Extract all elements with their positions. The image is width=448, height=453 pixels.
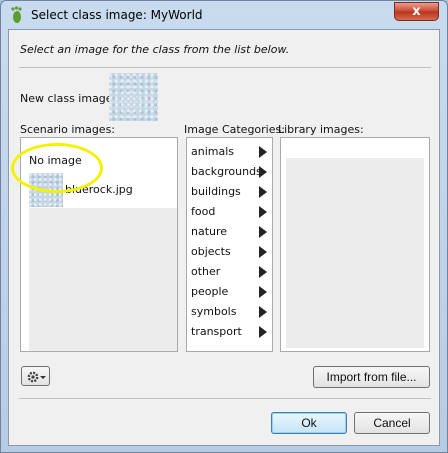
ok-button[interactable]: Ok bbox=[271, 412, 347, 434]
expand-arrow-icon bbox=[259, 306, 267, 318]
instruction-text: Select an image for the class from the l… bbox=[20, 43, 290, 56]
close-button[interactable]: x bbox=[394, 2, 439, 21]
image-categories-label: Image Categories: bbox=[184, 123, 285, 136]
highlight-annotation bbox=[11, 143, 103, 193]
category-nature[interactable]: nature bbox=[191, 222, 271, 242]
category-label: other bbox=[191, 265, 221, 278]
category-objects[interactable]: objects bbox=[191, 242, 271, 262]
window-title: Select class image: MyWorld bbox=[31, 8, 203, 22]
category-label: buildings bbox=[191, 185, 241, 198]
expand-arrow-icon bbox=[259, 326, 267, 338]
image-categories-list[interactable]: animals backgrounds buildings food natur… bbox=[186, 137, 273, 352]
title-bar[interactable]: Select class image: MyWorld x bbox=[1, 1, 447, 29]
category-label: people bbox=[191, 285, 229, 298]
category-transport[interactable]: transport bbox=[191, 322, 271, 342]
cancel-button[interactable]: Cancel bbox=[354, 412, 430, 434]
category-label: transport bbox=[191, 325, 242, 338]
dialog-body: Select an image for the class from the l… bbox=[8, 29, 440, 446]
separator bbox=[19, 67, 431, 68]
list-empty-area bbox=[286, 158, 424, 348]
expand-arrow-icon bbox=[259, 286, 267, 298]
category-label: nature bbox=[191, 225, 228, 238]
category-label: objects bbox=[191, 245, 231, 258]
new-class-image-preview bbox=[109, 73, 158, 121]
separator bbox=[19, 398, 431, 399]
list-empty-area bbox=[29, 208, 177, 351]
expand-arrow-icon bbox=[259, 146, 267, 158]
category-label: animals bbox=[191, 145, 235, 158]
category-buildings[interactable]: buildings bbox=[191, 182, 271, 202]
library-images-list[interactable] bbox=[280, 137, 430, 352]
greenfoot-footprint-icon bbox=[11, 6, 22, 23]
category-people[interactable]: people bbox=[191, 282, 271, 302]
library-images-label: Library images: bbox=[278, 123, 364, 136]
scenario-images-label: Scenario images: bbox=[20, 123, 116, 136]
category-label: backgrounds bbox=[191, 165, 262, 178]
expand-arrow-icon bbox=[259, 226, 267, 238]
new-class-image-label: New class image: bbox=[20, 92, 117, 105]
expand-arrow-icon bbox=[259, 246, 267, 258]
category-label: symbols bbox=[191, 305, 237, 318]
category-food[interactable]: food bbox=[191, 202, 271, 222]
expand-arrow-icon bbox=[259, 166, 267, 178]
category-label: food bbox=[191, 205, 216, 218]
import-from-file-button[interactable]: Import from file... bbox=[313, 366, 430, 388]
gear-icon bbox=[27, 371, 46, 383]
settings-menu-button[interactable] bbox=[21, 366, 50, 386]
category-symbols[interactable]: symbols bbox=[191, 302, 271, 322]
expand-arrow-icon bbox=[259, 206, 267, 218]
category-animals[interactable]: animals bbox=[191, 142, 271, 162]
category-other[interactable]: other bbox=[191, 262, 271, 282]
dialog-window: Select class image: MyWorld x Select an … bbox=[0, 0, 448, 453]
expand-arrow-icon bbox=[259, 186, 267, 198]
category-backgrounds[interactable]: backgrounds bbox=[191, 162, 271, 182]
expand-arrow-icon bbox=[259, 266, 267, 278]
